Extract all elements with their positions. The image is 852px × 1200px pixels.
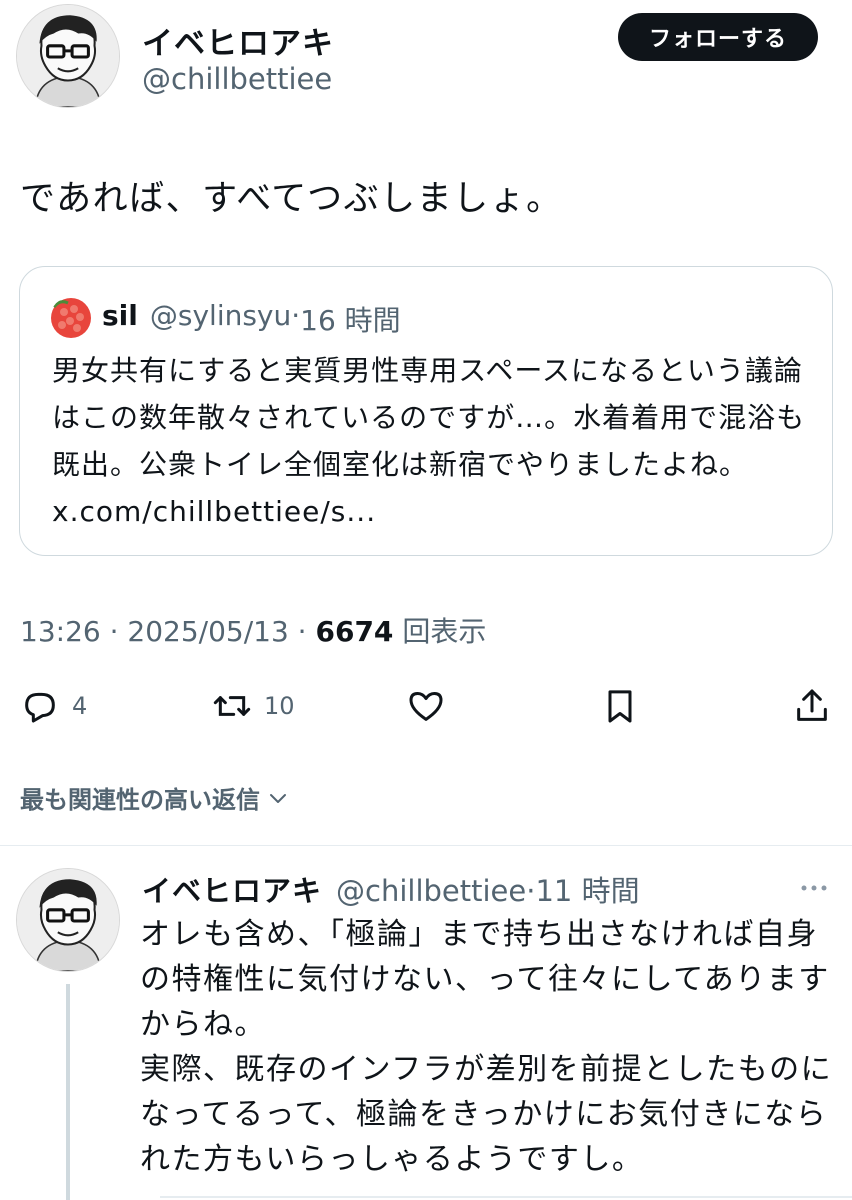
author-handle[interactable]: @chillbettiee — [142, 62, 332, 96]
retweet-icon — [213, 696, 251, 716]
reply-time[interactable]: 11 時間 — [535, 874, 639, 908]
author-display-name[interactable]: イベヒロアキ — [142, 18, 334, 63]
reply-text: オレも含め、「極論」まで持ち出さなければ自身の特権性に気付けない、って往々にして… — [140, 917, 833, 1177]
share-button[interactable] — [792, 683, 832, 729]
reply-author-avatar[interactable] — [16, 868, 120, 972]
quoted-tweet-text: 男女共有にすると実質男性専用スペースになるという議論はこの数年散々されているので… — [52, 354, 806, 528]
bookmark-icon — [608, 690, 632, 723]
reply-author-name[interactable]: イベヒロアキ — [142, 874, 322, 908]
section-divider — [0, 845, 852, 846]
share-icon — [797, 689, 827, 721]
quoted-author-handle[interactable]: @sylinsyu — [150, 299, 291, 339]
quoted-tweet-card[interactable]: sil @sylinsyu · 16 時間 男女共有にすると実質男性専用スペース… — [19, 266, 833, 556]
replies-sort-label: 最も関連性の高い返信 — [20, 786, 260, 814]
views-count: 6674 — [315, 615, 394, 648]
retweet-count: 10 — [264, 692, 295, 720]
separator-dot: · — [291, 299, 301, 332]
quoted-tweet-header: sil @sylinsyu · 16 時間 — [102, 299, 401, 339]
quoted-author-avatar[interactable] — [50, 297, 92, 339]
more-icon — [801, 885, 827, 891]
author-avatar[interactable] — [16, 4, 120, 108]
reply-button[interactable]: 4 — [20, 683, 87, 729]
reply-header: イベヒロアキ @chillbettiee·11 時間 — [142, 868, 640, 910]
tweet-meta: 13:26 · 2025/05/13 · 6674 回表示 — [20, 610, 486, 650]
tweet-timestamp[interactable]: 13:26 · 2025/05/13 · — [20, 615, 315, 648]
reply-icon — [25, 692, 55, 723]
like-button[interactable] — [406, 683, 446, 729]
replies-sort-dropdown[interactable]: 最も関連性の高い返信 — [20, 780, 290, 815]
thread-line — [66, 984, 70, 1200]
more-options-button[interactable] — [796, 876, 832, 900]
reply-author-handle[interactable]: @chillbettiee — [336, 874, 526, 908]
follow-button[interactable]: フォローする — [618, 13, 818, 61]
quoted-tweet-time[interactable]: 16 時間 — [300, 299, 401, 339]
reply-count: 4 — [72, 692, 88, 720]
reply-bottom-border — [160, 1196, 852, 1198]
tweet-text: であれば、すべてつぶしましょ。 — [20, 179, 563, 219]
retweet-button[interactable]: 10 — [212, 683, 295, 729]
chevron-down-icon — [270, 793, 286, 803]
like-icon — [409, 692, 443, 721]
views-label: 回表示 — [393, 615, 487, 648]
quoted-author-name[interactable]: sil — [102, 299, 138, 339]
bookmark-button[interactable] — [600, 683, 640, 729]
